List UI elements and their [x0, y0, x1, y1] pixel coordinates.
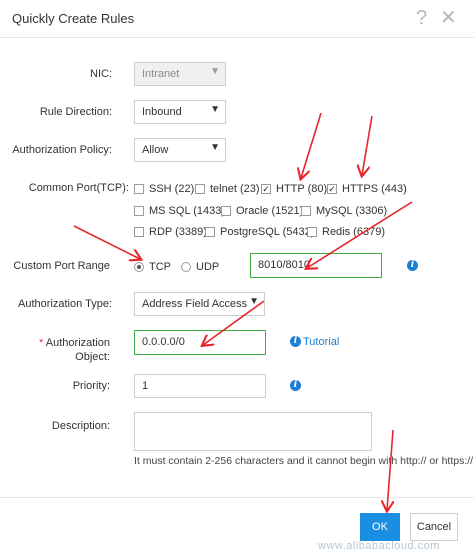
checkbox-label: PostgreSQL (5432) [220, 226, 315, 238]
dialog-header: Quickly Create Rules ? ✕ [0, 0, 474, 38]
arrow-to-http [301, 112, 322, 178]
checkbox-https[interactable]: ✓ HTTPS (443) [327, 182, 407, 196]
cancel-button[interactable]: Cancel [410, 513, 458, 541]
authorization-type-label: Authorization Type: [18, 298, 112, 310]
checkbox-label: RDP (3389) [149, 226, 207, 238]
priority-label: Priority: [72, 380, 110, 392]
checkbox-ssh[interactable]: SSH (22) [134, 182, 194, 196]
checkbox-http[interactable]: ✓ HTTP (80) [261, 182, 327, 196]
checkbox-label: MySQL (3306) [316, 205, 388, 217]
checkbox-mssql[interactable]: MS SQL (1433) [134, 204, 225, 218]
checkbox-label: SSH (22) [149, 183, 195, 195]
rule-direction-label: Rule Direction: [39, 106, 112, 118]
checkbox-box[interactable] [307, 227, 317, 237]
tutorial-link[interactable]: Tutorial [303, 336, 339, 348]
rule-direction-value: Inbound [142, 106, 182, 118]
check-icon[interactable]: ✓ [261, 184, 271, 194]
radio-button[interactable] [134, 262, 144, 272]
caret-down-icon: ▼ [210, 66, 220, 77]
question-icon[interactable]: ? [416, 6, 427, 30]
info-icon[interactable]: i [407, 260, 418, 271]
checkbox-box[interactable] [195, 184, 205, 194]
description-hint: It must contain 2-256 characters and it … [134, 455, 474, 467]
authorization-policy-label: Authorization Policy: [12, 144, 112, 156]
checkbox-label: Oracle (1521) [236, 205, 304, 217]
watermark: www.alibabacloud.com [318, 540, 440, 552]
checkbox-box[interactable] [134, 227, 144, 237]
info-icon[interactable]: i [290, 336, 301, 347]
checkbox-redis[interactable]: Redis (6379) [307, 225, 385, 239]
caret-down-icon: ▼ [249, 296, 259, 307]
checkbox-box[interactable] [134, 184, 144, 194]
dialog-title: Quickly Create Rules [12, 11, 135, 26]
check-icon[interactable]: ✓ [327, 184, 337, 194]
checkbox-mysql[interactable]: MySQL (3306) [301, 204, 387, 218]
nic-label: NIC: [90, 68, 112, 80]
info-icon[interactable]: i [290, 380, 301, 391]
checkbox-oracle[interactable]: Oracle (1521) [221, 204, 303, 218]
checkbox-telnet[interactable]: telnet (23) [195, 182, 260, 196]
port-range-input[interactable]: 8010/8010 [250, 253, 382, 278]
radio-label: TCP [149, 261, 171, 273]
checkbox-box[interactable] [221, 206, 231, 216]
checkbox-rdp[interactable]: RDP (3389) [134, 225, 207, 239]
checkbox-box[interactable] [205, 227, 215, 237]
checkbox-label: MS SQL (1433) [149, 205, 226, 217]
required-mark: * [39, 337, 44, 349]
authorization-type-value: Address Field Access [142, 298, 248, 310]
arrow-to-ok [387, 429, 393, 510]
authorization-policy-select[interactable]: Allow ▼ [134, 138, 226, 162]
authorization-policy-value: Allow [142, 144, 169, 156]
annotation-arrows [73, 112, 413, 553]
common-port-label: Common Port(TCP): [28, 182, 129, 194]
checkbox-label: HTTPS (443) [342, 183, 407, 195]
close-icon[interactable]: ✕ [440, 6, 457, 30]
priority-input[interactable]: 1 [134, 374, 266, 398]
authorization-object-label: * Authorization Object: [39, 336, 110, 364]
radio-udp[interactable]: UDP [181, 260, 219, 274]
footer-divider [0, 497, 474, 498]
checkbox-box[interactable] [301, 206, 311, 216]
nic-value: Intranet [142, 68, 180, 80]
radio-tcp[interactable]: TCP [134, 260, 171, 274]
ok-button[interactable]: OK [360, 513, 400, 541]
checkbox-label: Redis (6379) [322, 226, 385, 238]
custom-port-range-label: Custom Port Range [13, 260, 110, 272]
arrow-to-https [362, 115, 373, 175]
arrow-to-tcp [73, 225, 140, 259]
checkbox-box[interactable] [134, 206, 144, 216]
nic-select: Intranet ▼ [134, 62, 226, 86]
checkbox-label: HTTP (80) [276, 183, 328, 195]
caret-down-icon: ▼ [210, 142, 220, 153]
checkbox-postgresql[interactable]: PostgreSQL (5432) [205, 225, 314, 239]
checkbox-label: telnet (23) [210, 183, 260, 195]
authorization-object-label-line2: Object: [75, 351, 110, 363]
description-textarea[interactable] [134, 412, 372, 451]
description-label: Description: [51, 420, 110, 432]
caret-down-icon: ▼ [210, 104, 220, 115]
radio-label: UDP [196, 261, 220, 273]
rule-direction-select[interactable]: Inbound ▼ [134, 100, 226, 124]
authorization-type-select[interactable]: Address Field Access ▼ [134, 292, 265, 316]
authorization-object-input[interactable]: 0.0.0.0/0 [134, 330, 266, 355]
authorization-object-label-line1: Authorization [45, 337, 110, 349]
radio-button[interactable] [181, 262, 191, 272]
